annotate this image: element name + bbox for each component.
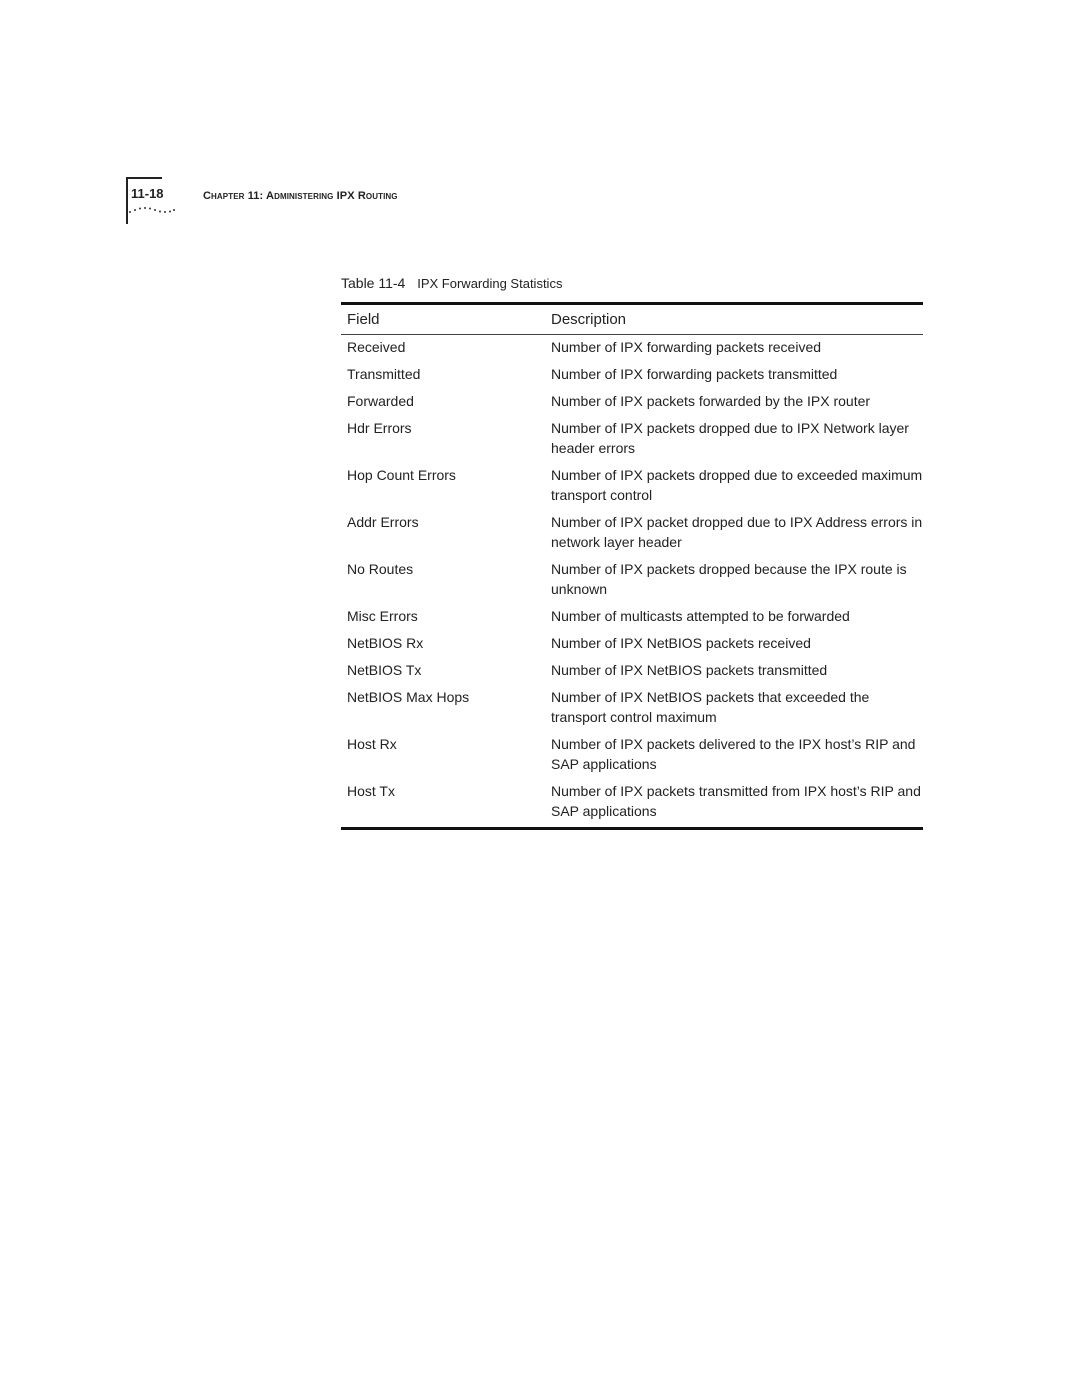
field-cell: Received <box>347 339 406 355</box>
field-cell: Hdr Errors <box>347 420 412 436</box>
table-title: IPX Forwarding Statistics <box>417 276 563 291</box>
description-cell: Number of IPX NetBIOS packets that excee… <box>551 689 870 725</box>
description-cell: Number of IPX packets delivered to the I… <box>551 736 916 772</box>
description-cell: Number of IPX packets dropped because th… <box>551 561 907 597</box>
description-cell: Number of IPX forwarding packets receive… <box>551 339 822 355</box>
ipx-forwarding-statistics-table: Field Description Received Number of IPX … <box>341 302 923 830</box>
field-cell: Host Rx <box>347 736 397 752</box>
field-cell: NetBIOS Tx <box>347 662 422 678</box>
description-cell: Number of IPX NetBIOS packets received <box>551 635 811 651</box>
dotted-flourish-icon <box>129 207 175 213</box>
field-cell: Misc Errors <box>347 608 418 624</box>
table-row: NetBIOS Max Hops Number of IPX NetBIOS pa… <box>341 687 923 734</box>
description-cell: Number of IPX packet dropped due to IPX … <box>551 514 923 550</box>
field-cell: Forwarded <box>347 393 414 409</box>
page-number: 11-18 <box>131 186 164 201</box>
table-row: Host Tx Number of IPX packets transmitted… <box>341 781 923 829</box>
table-number: Table 11-4 <box>341 275 406 291</box>
chapter-prefix: Chapter 11: <box>203 190 267 202</box>
table-row: Hop Count Errors Number of IPX packets dr… <box>341 465 923 512</box>
field-cell: Transmitted <box>347 366 421 382</box>
description-cell: Number of multicasts attempted to be for… <box>551 608 850 624</box>
field-cell: Addr Errors <box>347 514 419 530</box>
table-header-row: Field Description <box>341 303 923 335</box>
field-cell: Host Tx <box>347 783 395 799</box>
chapter-title: Administering IPX Routing <box>266 190 398 202</box>
table-caption: Table 11-4 IPX Forwarding Statistics <box>341 275 562 291</box>
description-cell: Number of IPX forwarding packets transmi… <box>551 366 838 382</box>
column-header-field: Field <box>341 303 545 335</box>
description-cell: Number of IPX packets dropped due to IPX… <box>551 420 909 456</box>
table-row: Misc Errors Number of multicasts attempte… <box>341 606 923 633</box>
description-cell: Number of IPX packets dropped due to exc… <box>551 467 923 503</box>
table-row: No Routes Number of IPX packets dropped b… <box>341 559 923 606</box>
field-cell: NetBIOS Max Hops <box>347 689 470 705</box>
table-row: NetBIOS Tx Number of IPX NetBIOS packets … <box>341 660 923 687</box>
table-row: Host Rx Number of IPX packets delivered t… <box>341 734 923 781</box>
description-cell: Number of IPX packets transmitted from I… <box>551 783 921 819</box>
field-cell: NetBIOS Rx <box>347 635 424 651</box>
column-header-description: Description <box>545 303 923 335</box>
table-row: Hdr Errors Number of IPX packets dropped … <box>341 418 923 465</box>
table-row: NetBIOS Rx Number of IPX NetBIOS packets … <box>341 633 923 660</box>
description-cell: Number of IPX NetBIOS packets transmitte… <box>551 662 828 678</box>
table-row: Forwarded Number of IPX packets forwarded… <box>341 391 923 418</box>
table-row: Transmitted Number of IPX forwarding pack… <box>341 364 923 391</box>
description-cell: Number of IPX packets forwarded by the I… <box>551 393 871 409</box>
table-row: Received Number of IPX forwarding packets… <box>341 335 923 365</box>
field-cell: Hop Count Errors <box>347 467 456 483</box>
chapter-heading: Chapter 11: Administering IPX Routing <box>203 190 398 202</box>
field-cell: No Routes <box>347 561 414 577</box>
table-row: Addr Errors Number of IPX packet dropped … <box>341 512 923 559</box>
